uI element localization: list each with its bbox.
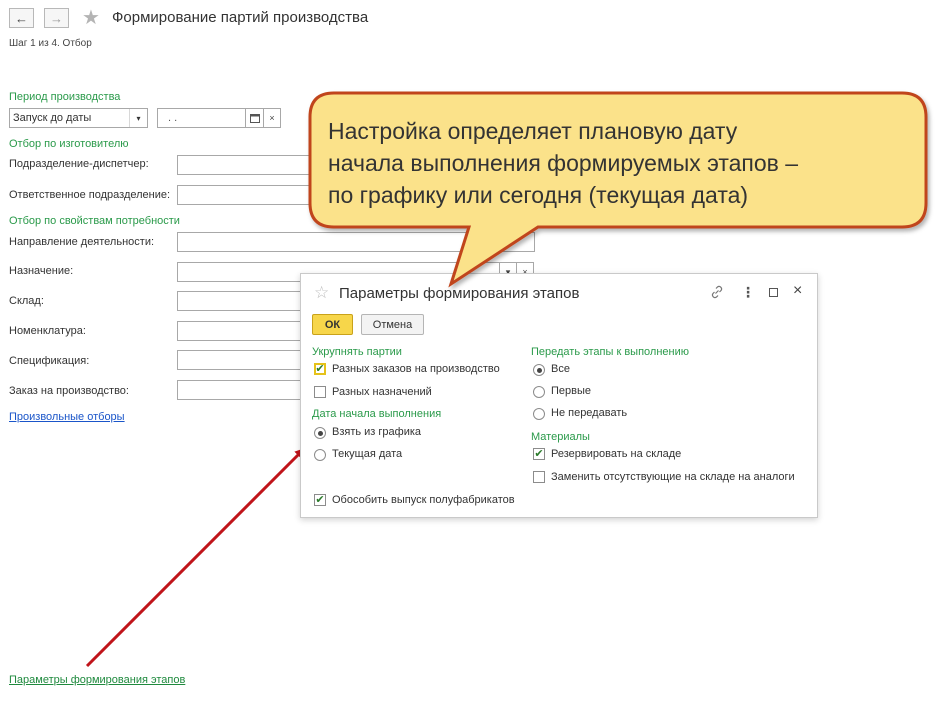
current-date-label: Текущая дата xyxy=(332,448,403,460)
current-date-radio[interactable] xyxy=(314,449,326,461)
transfer-all-radio[interactable] xyxy=(533,364,545,376)
diff-orders-checkbox[interactable]: ✔ xyxy=(314,363,326,375)
reserve-in-stock-label: Резервировать на складе xyxy=(551,448,682,460)
reserve-in-stock-checkbox[interactable]: ✔ xyxy=(533,448,545,460)
take-from-schedule-radio[interactable] xyxy=(314,427,326,439)
ok-button[interactable]: ОК xyxy=(312,314,353,335)
transfer-first-label: Первые xyxy=(551,385,592,397)
callout-line-2: начала выполнения формируемых этапов – xyxy=(328,150,799,176)
replace-missing-label: Заменить отсутствующие на складе на анал… xyxy=(551,471,795,483)
transfer-all-label: Все xyxy=(551,363,570,375)
transfer-none-radio[interactable] xyxy=(533,408,545,420)
transfer-first-radio[interactable] xyxy=(533,386,545,398)
callout-line-1: Настройка определяет плановую дату xyxy=(328,118,738,144)
diff-purposes-label: Разных назначений xyxy=(332,386,432,398)
replace-missing-checkbox[interactable] xyxy=(533,471,545,483)
materials-group-label: Материалы xyxy=(531,431,590,443)
take-from-schedule-label: Взять из графика xyxy=(332,426,422,438)
callout-line-3: по графику или сегодня (текущая дата) xyxy=(328,182,749,208)
start-date-group-label: Дата начала выполнения xyxy=(312,408,442,420)
cancel-button[interactable]: Отмена xyxy=(361,314,424,335)
stage-params-dialog: ☆ Параметры формирования этапов ⋮ × ОК О… xyxy=(300,273,818,518)
diff-orders-label: Разных заказов на производство xyxy=(332,363,500,375)
enlarge-group-label: Укрупнять партии xyxy=(312,346,402,358)
separate-semifinished-checkbox[interactable]: ✔ xyxy=(314,494,326,506)
separate-semifinished-label: Обособить выпуск полуфабрикатов xyxy=(332,494,515,506)
transfer-none-label: Не передавать xyxy=(551,407,628,419)
transfer-group-label: Передать этапы к выполнению xyxy=(531,346,689,358)
diff-purposes-checkbox[interactable] xyxy=(314,386,326,398)
